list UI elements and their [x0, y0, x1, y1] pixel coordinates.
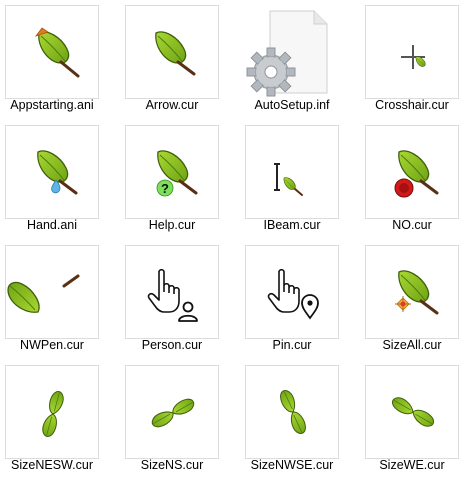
thumbnail: ? [125, 125, 219, 219]
hand-pin-icon [267, 268, 319, 320]
file-name: SizeNWSE.cur [250, 458, 334, 472]
thumbnail [125, 365, 219, 459]
file-name: Hand.ani [26, 218, 78, 232]
file-tile[interactable]: NO.cur [360, 120, 460, 235]
file-tile[interactable]: NWPen.cur [0, 240, 100, 355]
double-leaf-ns-icon [150, 395, 196, 431]
double-leaf-we-icon [390, 394, 436, 430]
thumbnail [5, 245, 99, 339]
file-tile[interactable]: Person.cur [120, 240, 220, 355]
thumbnail [365, 5, 459, 99]
ibeam-leaf-icon [274, 163, 303, 196]
leaf-cursor-icon [155, 31, 196, 76]
file-tile[interactable]: SizeNESW.cur [0, 360, 100, 475]
file-tile[interactable]: SizeNS.cur [120, 360, 220, 475]
thumbnail [125, 245, 219, 339]
file-name: NWPen.cur [20, 338, 84, 352]
thumbnail [245, 5, 339, 99]
file-tile[interactable]: SizeAll.cur [360, 240, 460, 355]
leaf-question-icon: ? [156, 150, 198, 197]
file-name: Pin.cur [272, 338, 312, 352]
thumbnail [245, 125, 339, 219]
double-leaf-nesw-icon [36, 389, 70, 439]
leaf-droplet-icon [37, 150, 78, 195]
thumbnail [365, 245, 459, 339]
file-tile[interactable]: Crosshair.cur [360, 0, 460, 115]
file-name: Person.cur [141, 338, 203, 352]
file-tile[interactable]: Pin.cur [240, 240, 340, 355]
thumbnail [5, 5, 99, 99]
file-tile[interactable]: Appstarting.ani [0, 0, 100, 115]
file-name: SizeAll.cur [382, 338, 442, 352]
file-name: Crosshair.cur [375, 98, 449, 112]
file-name: NO.cur [392, 218, 432, 232]
setup-file-gear-icon [246, 10, 328, 97]
file-name: SizeNESW.cur [11, 458, 93, 472]
leaf-pen-icon [7, 274, 80, 313]
file-tile[interactable]: SizeNWSE.cur [240, 360, 340, 475]
thumbnail [5, 365, 99, 459]
file-tile[interactable]: AutoSetup.inf [240, 0, 340, 115]
file-tile[interactable]: Hand.ani [0, 120, 100, 235]
file-name: Arrow.cur [145, 98, 199, 112]
file-grid: Appstarting.ani Arrow.cur AutoSetup.inf … [0, 0, 469, 483]
file-tile[interactable]: ? Help.cur [120, 120, 220, 235]
file-name: Appstarting.ani [10, 98, 94, 112]
leaf-no-icon [394, 150, 439, 198]
file-name: SizeWE.cur [379, 458, 445, 472]
file-tile[interactable]: SizeWE.cur [360, 360, 460, 475]
leaf-move-icon [395, 270, 439, 315]
crosshair-leaf-icon [401, 45, 426, 69]
hand-person-icon [147, 268, 198, 322]
file-name: AutoSetup.inf [254, 98, 330, 112]
thumbnail [245, 245, 339, 339]
svg-text:?: ? [161, 181, 169, 196]
file-tile[interactable]: Arrow.cur [120, 0, 220, 115]
file-name: Help.cur [148, 218, 196, 232]
file-tile[interactable]: IBeam.cur [240, 120, 340, 235]
leaf-cursor-busy-icon [34, 27, 80, 78]
thumbnail [245, 365, 339, 459]
file-name: IBeam.cur [263, 218, 321, 232]
thumbnail [365, 125, 459, 219]
thumbnail [5, 125, 99, 219]
thumbnail [365, 365, 459, 459]
file-name: SizeNS.cur [140, 458, 204, 472]
double-leaf-nwse-icon [275, 388, 311, 436]
thumbnail [125, 5, 219, 99]
